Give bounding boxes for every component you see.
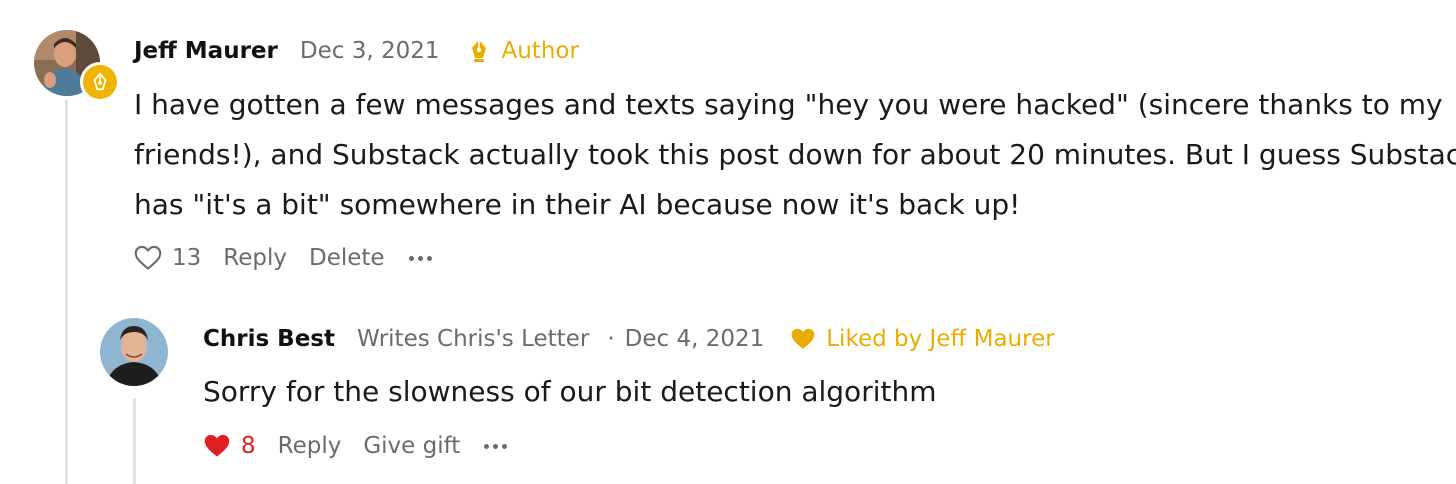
like-button[interactable]: 13 [134,245,201,271]
comment-meta: Chris Best Writes Chris's Letter · Dec 4… [203,322,1055,356]
more-dots-icon [408,255,414,261]
liked-by-label: Liked by Jeff Maurer [826,326,1055,352]
comment-body: I have gotten a few messages and texts s… [134,80,1456,230]
delete-button[interactable]: Delete [309,245,385,271]
pen-nib-icon [472,40,487,62]
more-dots-icon [426,255,432,261]
comment-meta: Jeff Maurer Dec 3, 2021 Author [134,34,579,68]
reply-button[interactable]: Reply [223,245,287,271]
pen-nib-icon [93,72,107,91]
author-name[interactable]: Chris Best [203,326,335,352]
meta-separator: · [607,326,615,352]
heart-icon [791,328,815,349]
liked-by-author: Liked by Jeff Maurer [790,326,1055,352]
thread-line-main [65,100,68,484]
comment-body-line: I have gotten a few messages and texts s… [134,88,1443,121]
comment-body-line: friends!), and Substack actually took th… [134,138,1456,171]
author-name[interactable]: Jeff Maurer [134,38,278,64]
more-dots-icon [484,443,490,449]
comment-actions: 8 Reply Give gift [203,428,508,464]
heart-icon [134,245,162,270]
author-badge [80,62,120,102]
author-label-text: Author [501,38,579,64]
comment-actions: 13 Reply Delete [134,240,432,276]
comment-date[interactable]: Dec 3, 2021 [300,38,440,64]
publication-name[interactable]: Writes Chris's Letter [357,326,589,352]
more-dots-icon [417,255,423,261]
more-options-button[interactable] [408,255,432,261]
more-options-button[interactable] [484,443,508,449]
thread-line-reply [133,398,136,484]
avatar[interactable] [100,318,168,386]
like-count: 13 [172,245,202,271]
author-label: Author [467,38,579,64]
reply-button[interactable]: Reply [278,433,342,459]
comment-body: Sorry for the slowness of our bit detect… [203,367,936,417]
like-count: 8 [241,433,256,459]
avatar-photo-chris [100,318,168,386]
comment-date[interactable]: Dec 4, 2021 [625,326,765,352]
more-dots-icon [502,443,508,449]
heart-icon [204,434,230,457]
more-dots-icon [493,443,499,449]
like-button[interactable]: 8 [203,433,256,459]
comment-body-line: Sorry for the slowness of our bit detect… [203,375,937,408]
give-gift-button[interactable]: Give gift [363,433,460,459]
comment-body-line: has "it's a bit" somewhere in their AI b… [134,188,1021,221]
